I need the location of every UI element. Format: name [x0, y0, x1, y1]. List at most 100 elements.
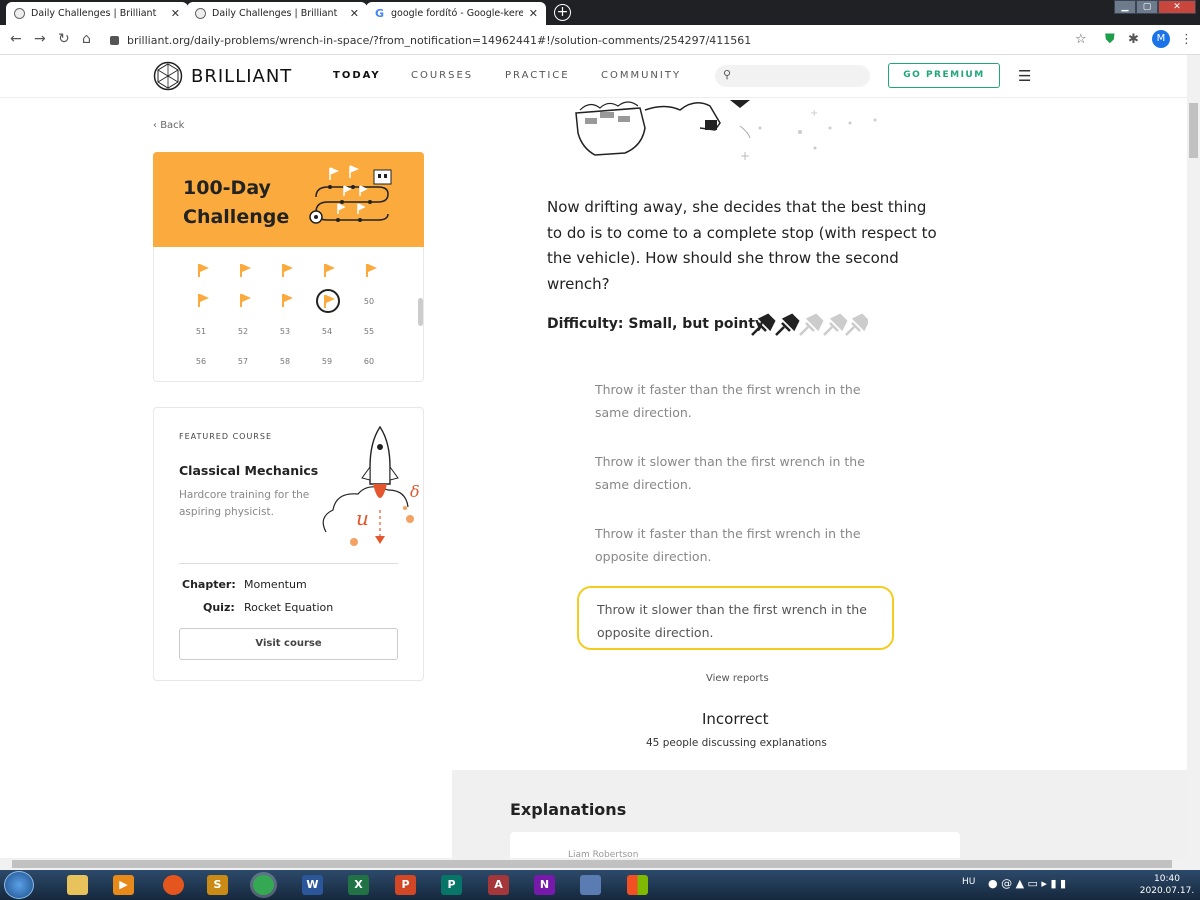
close-tab-icon[interactable]: ✕ [171, 7, 180, 20]
nav-community[interactable]: COMMUNITY [601, 70, 681, 81]
browser-tab-2[interactable]: Daily Challenges | Brilliant ✕ [187, 2, 367, 25]
answer-option[interactable]: Throw it slower than the first wrench in… [577, 440, 894, 504]
quiz-label: Quiz: [203, 601, 235, 614]
back-link[interactable]: ‹ Back [153, 120, 184, 131]
access-icon[interactable]: A [488, 875, 509, 895]
course-description: Hardcore training for the aspiring physi… [179, 489, 310, 518]
brilliant-logo-icon [153, 61, 183, 91]
day-number: 59 [321, 357, 333, 366]
scroll-thumb[interactable] [1189, 103, 1198, 158]
page-horizontal-scrollbar[interactable] [0, 858, 1200, 870]
answer-option-selected[interactable]: Throw it slower than the first wrench in… [577, 586, 894, 650]
close-tab-icon[interactable]: ✕ [529, 7, 538, 20]
completed-flag-icon [197, 264, 209, 278]
publisher-icon[interactable]: P [441, 875, 462, 895]
explanations-title: Explanations [510, 800, 627, 819]
chrome-icon[interactable] [253, 875, 274, 895]
difficulty-pin-icon [751, 313, 776, 336]
media-player-icon[interactable]: ▶ [113, 875, 134, 895]
svg-text:+: + [740, 149, 750, 163]
page-vertical-scrollbar[interactable] [1187, 55, 1200, 858]
minimize-button[interactable]: ▁ [1114, 0, 1136, 14]
challenge-title: 100-Day Challenge [183, 174, 289, 232]
excel-icon[interactable]: X [348, 875, 369, 895]
address-bar[interactable]: brilliant.org/daily-problems/wrench-in-s… [110, 29, 1100, 51]
rocket-illustration: u δ [322, 425, 420, 546]
result-status: Incorrect [702, 710, 769, 728]
maximize-button[interactable]: ▢ [1136, 0, 1158, 14]
close-tab-icon[interactable]: ✕ [350, 7, 359, 20]
extensions-puzzle-icon[interactable]: ✱ [1128, 32, 1139, 47]
day-number: 57 [237, 357, 249, 366]
back-arrow-icon[interactable]: ← [10, 31, 22, 47]
browser-toolbar: ← → ↻ ⌂ brilliant.org/daily-problems/wre… [0, 25, 1200, 55]
word-icon[interactable]: W [302, 875, 323, 895]
explanation-card: Liam Robertson [510, 832, 960, 860]
browser-tab-1[interactable]: Daily Challenges | Brilliant ✕ [6, 2, 188, 25]
challenge-path-illustration [309, 165, 392, 224]
day-number: 51 [195, 327, 207, 336]
quiz-value: Rocket Equation [244, 601, 334, 614]
brilliant-logo[interactable]: BRILLIANT [153, 61, 292, 91]
challenge-header: 100-Day Challenge [153, 152, 424, 247]
forward-arrow-icon[interactable]: → [34, 31, 46, 47]
featured-label: FEATURED COURSE [179, 432, 272, 441]
visit-course-button[interactable]: Visit course [179, 628, 398, 660]
answer-option[interactable]: Throw it faster than the first wrench in… [577, 368, 894, 432]
sublime-text-icon[interactable]: S [207, 875, 228, 895]
hamburger-menu-icon[interactable]: ☰ [1018, 67, 1031, 85]
windows-flag-icon[interactable] [627, 875, 648, 895]
firefox-icon[interactable] [163, 875, 184, 895]
file-explorer-icon[interactable] [67, 875, 88, 895]
course-title[interactable]: Classical Mechanics [179, 463, 318, 478]
back-link-label: Back [160, 120, 185, 131]
nav-courses[interactable]: COURSES [411, 70, 473, 81]
taskbar-clock[interactable]: 10:40 2020.07.17. [1138, 873, 1196, 897]
paint-icon[interactable] [580, 875, 601, 895]
discussion-count[interactable]: 45 people discussing explanations [646, 737, 827, 749]
chapter-label: Chapter: [182, 578, 236, 591]
day-number: 55 [363, 327, 375, 336]
brilliant-favicon-icon [195, 8, 206, 19]
new-tab-button[interactable]: + [554, 4, 571, 21]
challenge-scrollbar[interactable] [418, 298, 423, 326]
tab-title: Daily Challenges | Brilliant [212, 8, 338, 19]
profile-avatar[interactable]: M [1152, 30, 1170, 48]
tray-icons[interactable]: ● @ ▲ ▭ ▸ ▮ ▮ [988, 877, 1066, 890]
window-controls: ▁ ▢ ✕ [1114, 0, 1196, 14]
site-header: BRILLIANT TODAY COURSES PRACTICE COMMUNI… [0, 55, 1187, 98]
search-input[interactable]: ⚲ [715, 65, 870, 87]
shield-extension-icon[interactable]: ⛊ [1105, 32, 1115, 47]
language-indicator[interactable]: HU [962, 877, 975, 887]
close-window-button[interactable]: ✕ [1158, 0, 1196, 14]
nav-today[interactable]: TODAY [333, 70, 381, 81]
brilliant-favicon-icon [14, 8, 25, 19]
difficulty-pin-icon [823, 313, 848, 336]
reload-icon[interactable]: ↻ [58, 31, 70, 47]
answer-option[interactable]: Throw it faster than the first wrench in… [577, 512, 894, 576]
day-number: 53 [279, 327, 291, 336]
search-icon: ⚲ [723, 68, 732, 81]
home-icon[interactable]: ⌂ [82, 31, 91, 47]
onenote-icon[interactable]: N [534, 875, 555, 895]
nav-practice[interactable]: PRACTICE [505, 70, 570, 81]
bookmark-star-icon[interactable]: ☆ [1075, 32, 1087, 47]
difficulty-pin-icon [845, 313, 868, 336]
day-number: 54 [321, 327, 333, 336]
day-number: 58 [279, 357, 291, 366]
clock-date: 2020.07.17. [1139, 886, 1195, 896]
difficulty-pin-icon [799, 313, 824, 336]
powerpoint-icon[interactable]: P [395, 875, 416, 895]
scroll-thumb[interactable] [12, 860, 1172, 868]
today-flag-icon [323, 295, 335, 309]
browser-tab-3[interactable]: G google fordító - Google-keresés ✕ [366, 2, 546, 25]
browser-menu-icon[interactable]: ⋮ [1180, 32, 1193, 47]
view-reports-link[interactable]: View reports [706, 673, 769, 684]
lock-icon [110, 35, 119, 45]
completed-flag-icon [239, 264, 251, 278]
svg-text:δ: δ [410, 482, 420, 501]
go-premium-button[interactable]: GO PREMIUM [888, 63, 1000, 88]
challenge-title-line2: Challenge [183, 206, 290, 228]
logo-text: BRILLIANT [191, 65, 293, 87]
start-button[interactable] [4, 871, 34, 899]
